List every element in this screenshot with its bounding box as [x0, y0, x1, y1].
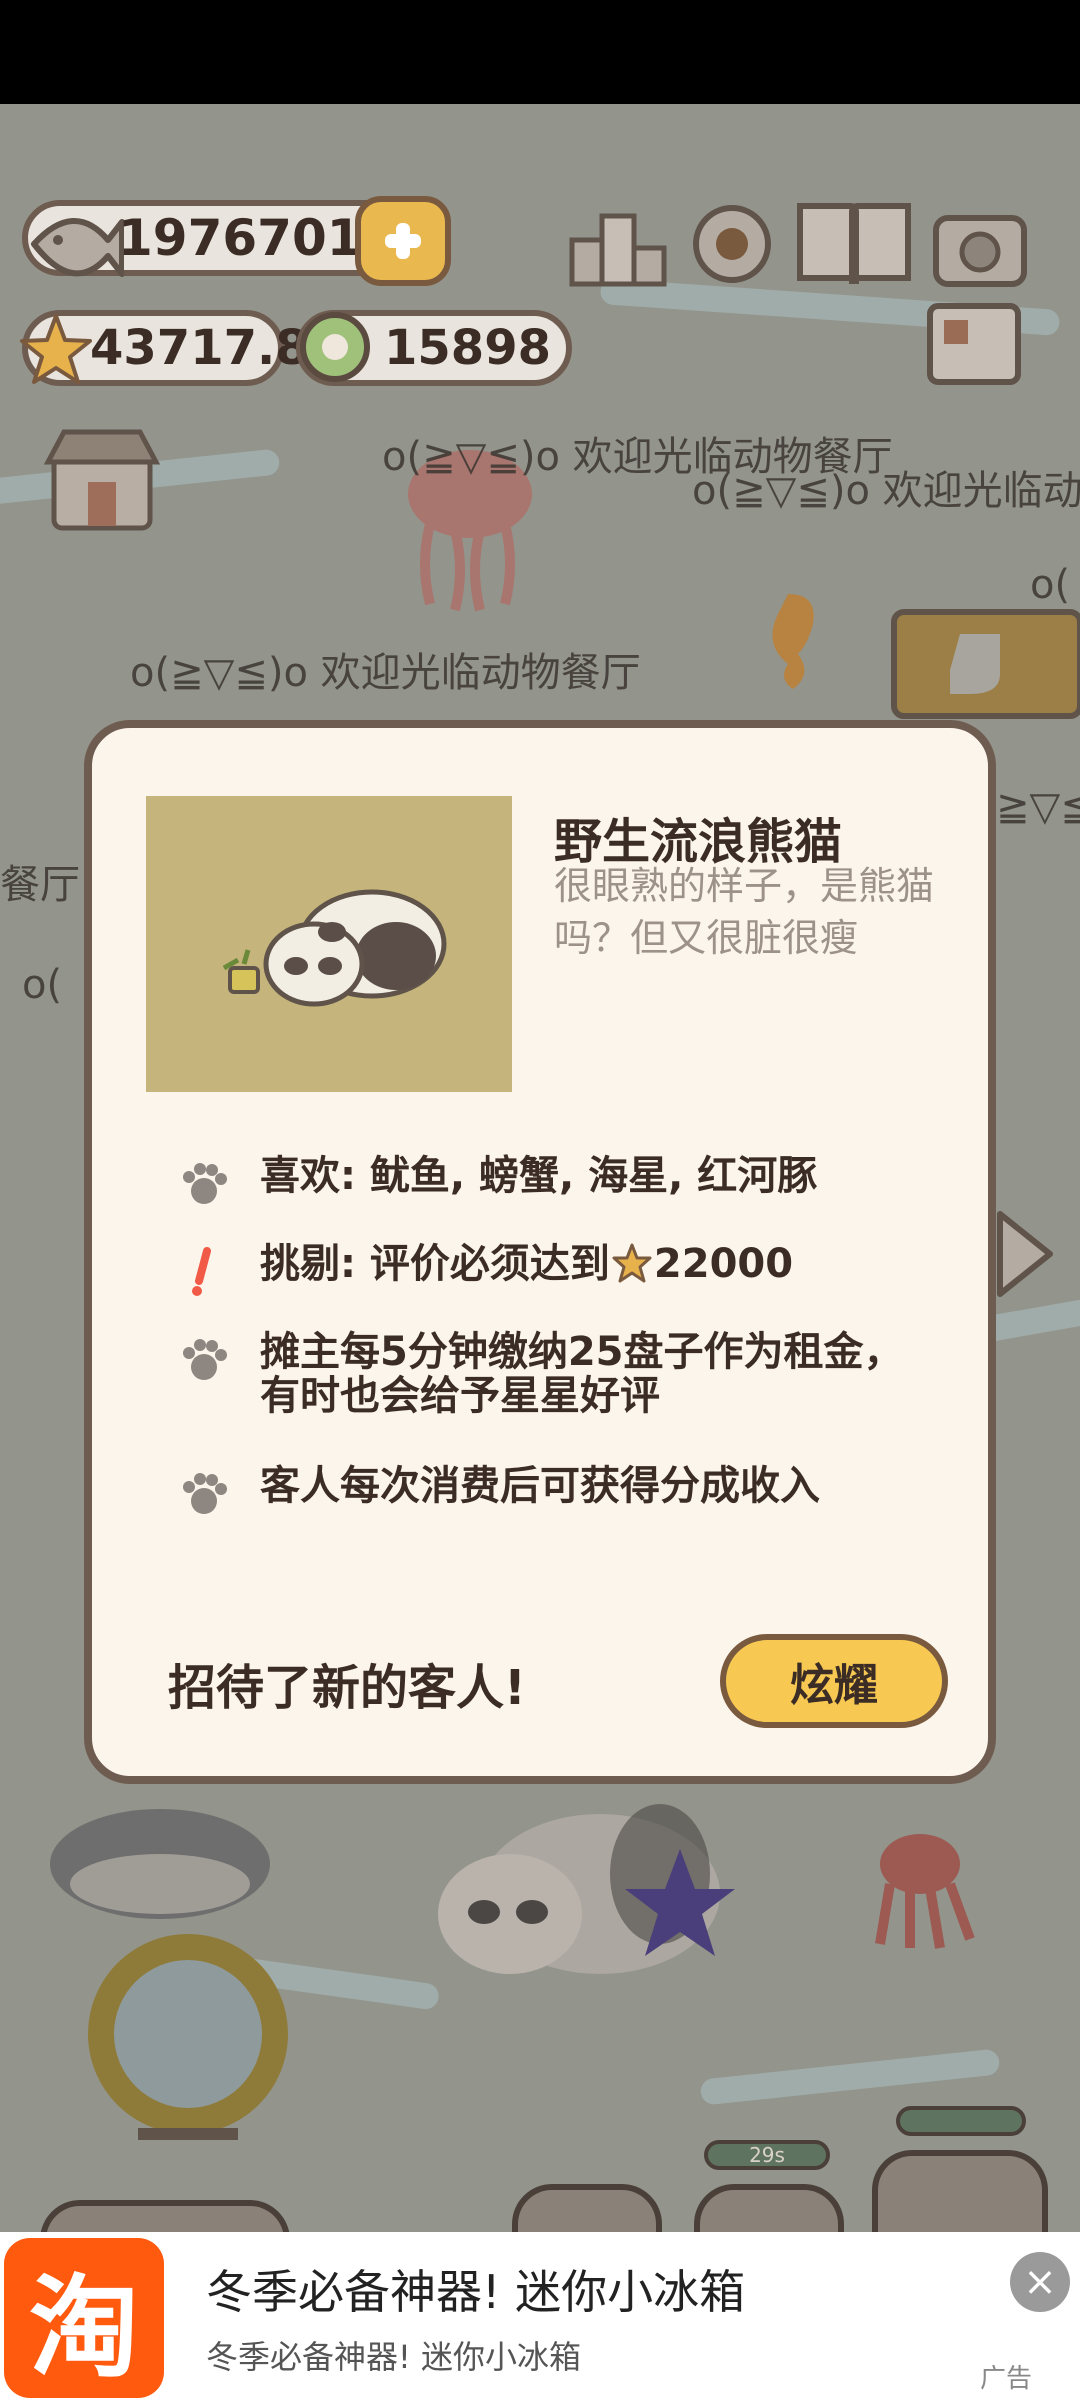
exclamation-icon [176, 1244, 232, 1300]
shop-building-icon [44, 429, 161, 531]
ad-banner[interactable]: 淘 冬季必备神器! 迷你小冰箱 冬季必备神器! 迷你小冰箱 × 广告 [0, 2232, 1080, 2400]
seahorse-icon [772, 594, 814, 689]
greeting-text: 餐厅 [0, 862, 80, 908]
toolbar-button-2[interactable] [694, 2184, 844, 2232]
paw-icon [176, 1466, 232, 1522]
trait-text-after: 22000 [653, 1241, 794, 1287]
toolbar-button-left[interactable] [40, 2200, 290, 2232]
star-value: 43717.8 [90, 320, 309, 376]
ring-icon [300, 312, 370, 382]
christmas-sign-icon [891, 609, 1080, 719]
show-off-button[interactable]: 炫耀 [720, 1634, 948, 1728]
next-arrow-icon[interactable] [990, 1204, 1060, 1304]
ring-count: 15898 [384, 320, 551, 376]
greeting-text: ≧▽≦) [996, 784, 1080, 830]
camera-icon[interactable] [932, 200, 1028, 290]
greeting-text: o(≧▽≦)o 欢迎光临动物餐厅 [130, 650, 641, 696]
greeting-text: o( [22, 962, 63, 1008]
trait-likes: 喜欢: 鱿鱼, 螃蟹, 海星, 红河豚 [176, 1154, 940, 1212]
greeting-text: o( [1030, 562, 1071, 608]
guest-description: 很眼熟的样子，是熊猫吗？但又很脏很瘦 [554, 864, 935, 960]
ad-title: 冬季必备神器! 迷你小冰箱 [206, 2265, 746, 2319]
timer-label: 29s [749, 2143, 785, 2167]
status-bar [0, 0, 1080, 104]
timer-bar: 29s [704, 2140, 830, 2170]
book-icon[interactable] [794, 196, 914, 292]
trait-text: 摊主每5分钟缴纳25盘子作为租金，有时也会给予星星好评 [260, 1329, 904, 1419]
ring-currency: 15898 [296, 310, 572, 386]
panda-icon [222, 889, 447, 1007]
ad-label: 广告 [980, 2364, 1033, 2394]
taobao-logo: 淘 [4, 2238, 164, 2398]
toolbar-button-3[interactable] [872, 2150, 1048, 2232]
add-fish-button[interactable] [355, 196, 451, 286]
newspaper-icon[interactable] [926, 300, 1022, 388]
toolbar-button-1[interactable] [512, 2184, 662, 2232]
fish-icon [31, 218, 124, 277]
starfish-icon [625, 1849, 735, 1956]
leaderboard-icon[interactable] [568, 200, 668, 290]
trait-text: 挑剔: 评价必须达到 22000 [260, 1242, 940, 1286]
trait-text: 客人每次消费后可获得分成收入 [260, 1463, 820, 1509]
greeting-text: o(≧▽≦)o 欢迎光临动 [692, 468, 1080, 514]
star-icon [20, 314, 92, 384]
trait-rent: 摊主每5分钟缴纳25盘子作为租金，有时也会给予星星好评 [176, 1330, 920, 1418]
fishbowl-icon [88, 1934, 288, 2140]
star-rating: 43717.8 [20, 310, 309, 386]
trait-picky: 挑剔: 评价必须达到 22000 [176, 1242, 940, 1300]
squid-icon [875, 1834, 975, 1949]
trait-text: 喜欢: 鱿鱼, 螃蟹, 海星, 红河豚 [260, 1153, 818, 1199]
gear-icon[interactable] [684, 196, 780, 292]
trait-revenue-share: 客人每次消费后可获得分成收入 [176, 1464, 940, 1522]
paw-icon [176, 1332, 232, 1388]
timer-bar-2 [896, 2106, 1026, 2136]
star-icon [612, 1243, 652, 1283]
paw-icon [176, 1156, 232, 1212]
shark-icon [50, 1809, 270, 1919]
new-guest-dialog: 野生流浪熊猫 很眼熟的样子，是熊猫吗？但又很脏很瘦 喜欢: 鱿鱼, 螃蟹, 海星… [84, 720, 996, 1784]
close-ad-button[interactable]: × [1010, 2252, 1070, 2312]
new-guest-message: 招待了新的客人! [168, 1660, 526, 1716]
ad-subtitle: 冬季必备神器! 迷你小冰箱 [206, 2338, 582, 2376]
trait-text-before: 挑剔: 评价必须达到 [260, 1241, 610, 1287]
guest-portrait [146, 796, 512, 1092]
